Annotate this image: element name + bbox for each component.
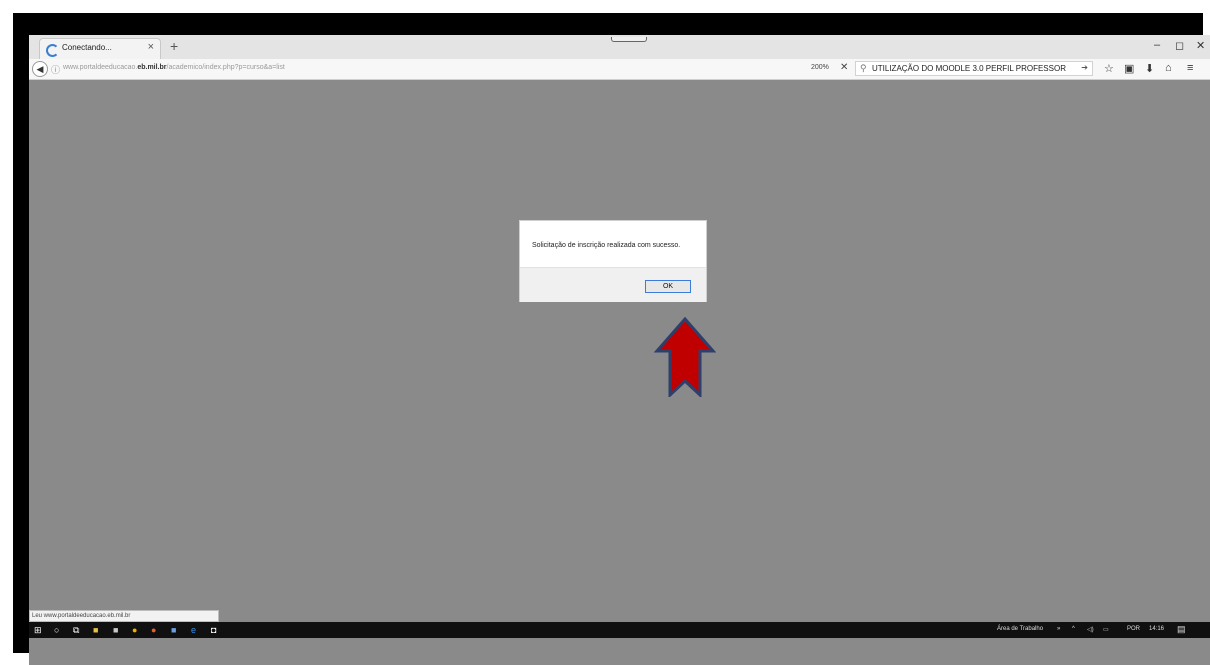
zoom-level[interactable]: 200% bbox=[811, 64, 829, 71]
keyboard-icon[interactable]: ▭ bbox=[1103, 626, 1109, 633]
tab-active[interactable]: Conectando... × bbox=[39, 38, 161, 59]
app-icon-2[interactable]: ■ bbox=[171, 625, 176, 635]
desktop-toolbar-label[interactable]: Área de Trabalho bbox=[997, 626, 1043, 632]
close-window-button[interactable]: ✕ bbox=[1196, 39, 1205, 52]
browser-window: Conectando... × + – ◻ ✕ ◀ ⓘ www.portalde… bbox=[29, 35, 1210, 665]
tab-title: Conectando... bbox=[62, 43, 112, 52]
firefox-icon[interactable]: ● bbox=[151, 625, 156, 635]
arrow-shape bbox=[654, 317, 716, 397]
home-icon[interactable]: ⌂ bbox=[1165, 62, 1172, 74]
search-query: UTILIZAÇÃO DO MOODLE 3.0 PERFIL PROFESSO… bbox=[872, 64, 1066, 73]
site-info-icon[interactable]: ⓘ bbox=[51, 63, 60, 76]
library-icon[interactable]: ▣ bbox=[1124, 62, 1134, 75]
tray-expand-icon[interactable]: ^ bbox=[1072, 626, 1075, 632]
toolbar-chevron-icon[interactable]: » bbox=[1057, 626, 1060, 632]
search-go-icon[interactable]: ➔ bbox=[1081, 63, 1088, 72]
minimize-button[interactable]: – bbox=[1154, 39, 1160, 51]
url-path: /academico/index.php?p=curso&a=list bbox=[166, 64, 285, 71]
app-icon-1[interactable]: ■ bbox=[113, 625, 118, 635]
cortana-search-icon[interactable]: ○ bbox=[54, 625, 59, 635]
url-domain: eb.mil.br bbox=[137, 64, 167, 71]
edge-icon[interactable]: e bbox=[191, 625, 196, 635]
tab-close-icon[interactable]: × bbox=[148, 41, 154, 53]
loading-spinner-icon bbox=[46, 44, 59, 57]
store-icon[interactable]: ◘ bbox=[211, 625, 216, 635]
tab-strip: Conectando... × + – ◻ ✕ bbox=[29, 35, 1210, 60]
volume-icon[interactable]: ◁) bbox=[1087, 626, 1094, 633]
language-indicator[interactable]: POR bbox=[1127, 626, 1140, 632]
chrome-icon[interactable]: ● bbox=[132, 625, 137, 635]
address-bar[interactable]: www.portaldeeducacao.eb.mil.br/academico… bbox=[63, 64, 285, 71]
search-box[interactable]: ⚲ UTILIZAÇÃO DO MOODLE 3.0 PERFIL PROFES… bbox=[855, 61, 1093, 76]
notifications-icon[interactable]: ▤ bbox=[1177, 624, 1186, 635]
clock[interactable]: 14:16 bbox=[1149, 626, 1164, 632]
menu-icon[interactable]: ≡ bbox=[1187, 62, 1193, 74]
windows-taskbar: ⊞ ○ ⧉ ■ ■ ● ● ■ e ◘ Área de Trabalho » ^… bbox=[29, 622, 1210, 638]
screenshot-frame: Conectando... × + – ◻ ✕ ◀ ⓘ www.portalde… bbox=[13, 13, 1210, 665]
alert-footer: OK bbox=[520, 267, 706, 302]
status-url-tooltip: Leu www.portaldeeducacao.eb.mil.br bbox=[29, 610, 219, 622]
new-tab-button[interactable]: + bbox=[170, 38, 178, 54]
alert-dialog: Solicitação de inscrição realizada com s… bbox=[519, 220, 707, 302]
restore-button[interactable]: ◻ bbox=[1175, 39, 1184, 52]
windows-start-icon[interactable]: ⊞ bbox=[34, 625, 42, 635]
navigation-bar: ◀ ⓘ www.portaldeeducacao.eb.mil.br/acade… bbox=[29, 59, 1210, 80]
title-bar-notch bbox=[611, 37, 647, 42]
alert-message: Solicitação de inscrição realizada com s… bbox=[532, 242, 681, 249]
back-button[interactable]: ◀ bbox=[32, 61, 48, 77]
file-explorer-icon[interactable]: ■ bbox=[93, 625, 98, 635]
task-view-icon[interactable]: ⧉ bbox=[73, 625, 79, 635]
stop-loading-icon[interactable]: ✕ bbox=[840, 62, 848, 73]
ok-button[interactable]: OK bbox=[645, 280, 691, 293]
red-up-arrow-annotation bbox=[654, 317, 716, 397]
search-icon: ⚲ bbox=[860, 63, 867, 73]
download-icon[interactable]: ⬇ bbox=[1145, 62, 1154, 75]
url-prefix: www.portaldeeducacao. bbox=[63, 64, 138, 71]
bookmark-star-icon[interactable]: ☆ bbox=[1104, 62, 1114, 75]
